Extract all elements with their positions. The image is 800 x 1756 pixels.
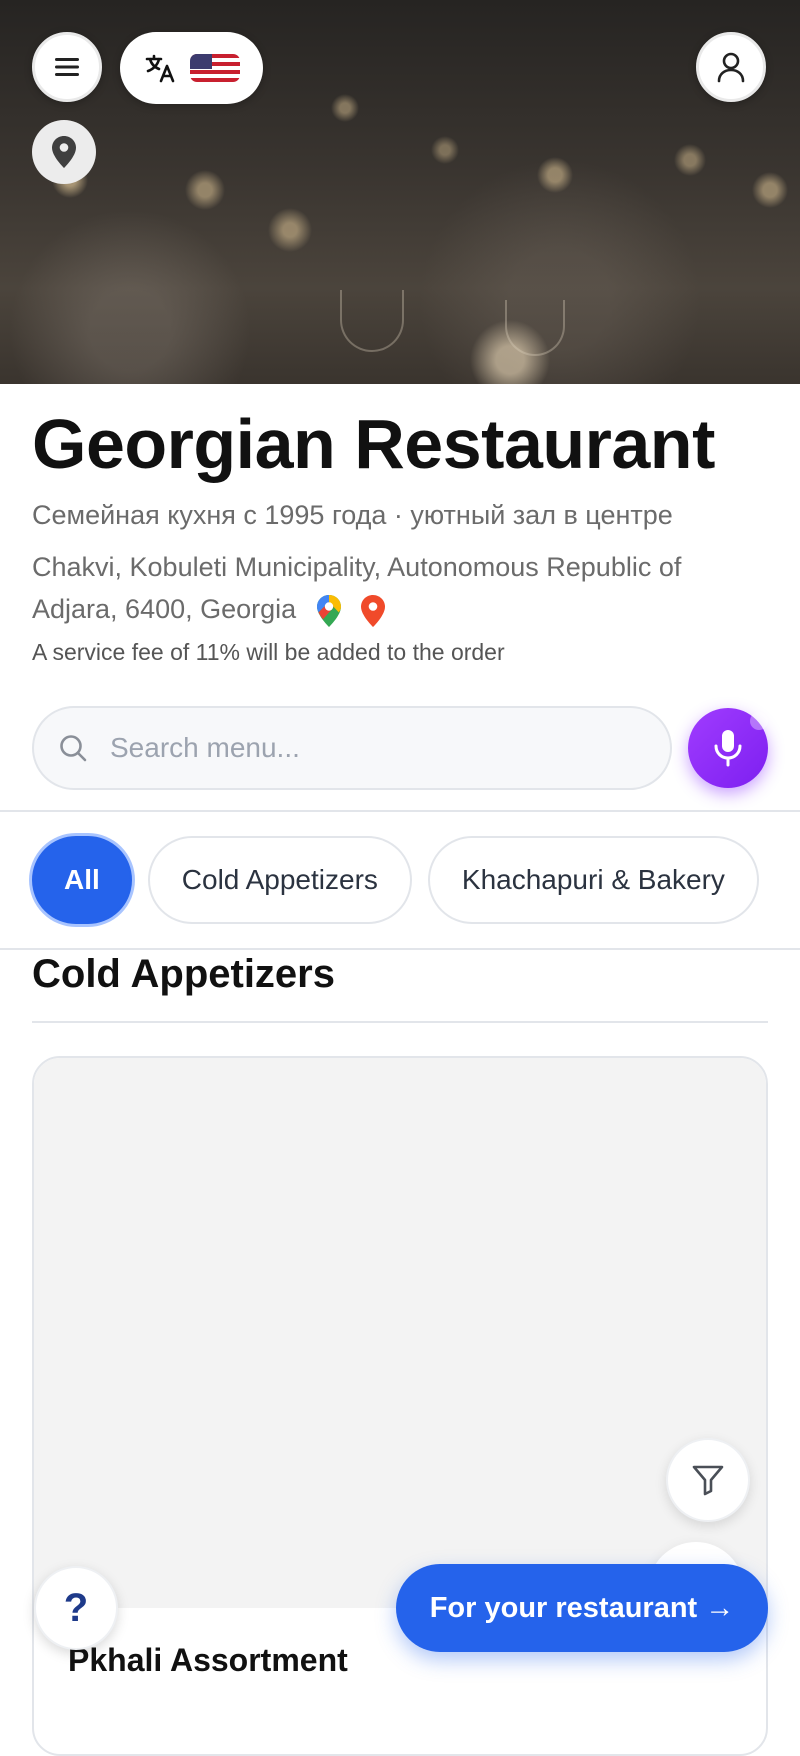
filter-icon [692, 1465, 724, 1496]
restaurant-tagline: Семейная кухня с 1995 года · уютный зал … [32, 500, 673, 530]
category-tabs: All Cold Appetizers Khachapuri & Bakery [32, 836, 759, 924]
category-chip-all[interactable]: All [32, 836, 132, 924]
menu-item-image [34, 1058, 766, 1608]
hero-glass-decoration [340, 290, 404, 352]
user-icon [717, 52, 745, 83]
google-maps-icon[interactable] [316, 594, 342, 628]
section-divider [32, 1021, 768, 1023]
menu-button[interactable] [32, 32, 102, 102]
language-switcher[interactable] [120, 32, 263, 104]
for-your-restaurant-button[interactable]: For your restaurant → [396, 1564, 768, 1652]
section-title: Cold Appetizers [32, 952, 335, 996]
divider [0, 810, 800, 812]
search-bar[interactable] [32, 706, 672, 790]
mic-status-dot [750, 712, 768, 730]
hamburger-icon [55, 58, 79, 76]
translate-icon [145, 54, 175, 83]
us-flag-icon [190, 54, 240, 82]
map-marker-icon[interactable] [360, 594, 386, 628]
search-input[interactable] [108, 731, 632, 765]
hero-image [0, 0, 800, 384]
help-button[interactable]: ? [34, 1566, 118, 1650]
divider [0, 948, 800, 950]
restaurant-address-block: Chakvi, Kobuleti Municipality, Autonomou… [32, 546, 772, 630]
restaurant-name: Georgian Restaurant [32, 405, 715, 483]
category-chip-khachapuri-bakery[interactable]: Khachapuri & Bakery [427, 836, 759, 924]
hero-glass-decoration [505, 300, 565, 356]
location-button[interactable] [32, 120, 96, 184]
profile-button[interactable] [696, 32, 766, 102]
microphone-icon [714, 730, 742, 767]
menu-item-name: Pkhali Assortment [68, 1642, 348, 1678]
voice-search-button[interactable] [688, 708, 768, 788]
map-pin-icon [52, 136, 76, 168]
category-chip-cold-appetizers[interactable]: Cold Appetizers [147, 836, 412, 924]
search-icon [60, 735, 87, 762]
filter-button[interactable] [666, 1438, 750, 1522]
service-fee-note: A service fee of 11% will be added to th… [32, 639, 505, 665]
